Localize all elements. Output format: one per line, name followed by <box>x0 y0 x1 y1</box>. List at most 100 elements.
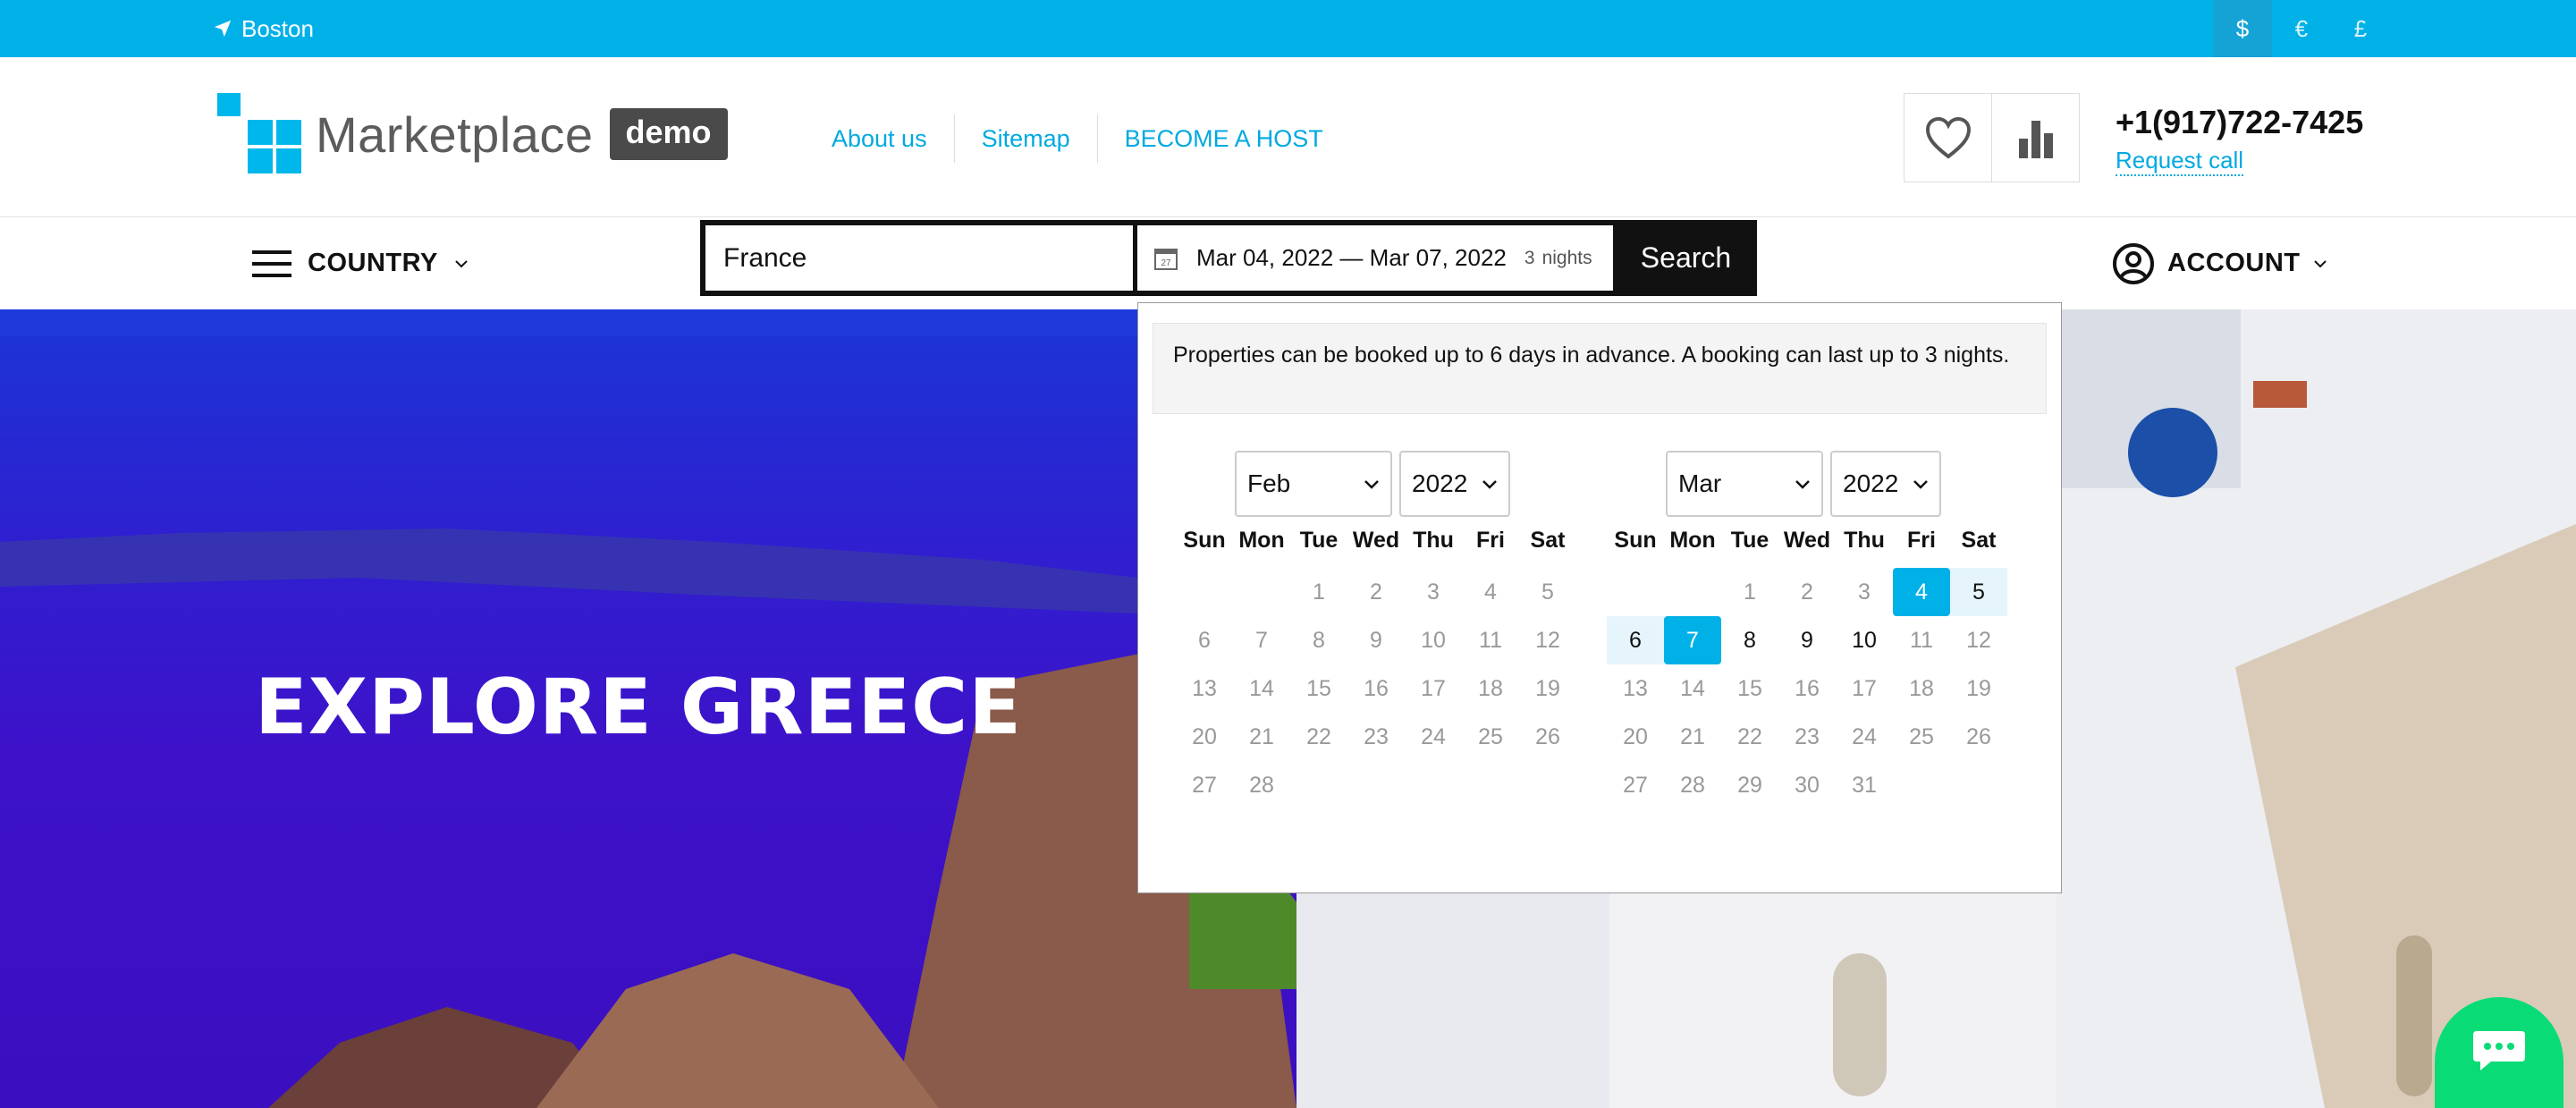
logo-badge: demo <box>609 108 728 160</box>
calendar-day: 31 <box>1852 772 1877 798</box>
site-logo[interactable]: Marketplace demo <box>217 93 728 175</box>
chat-bubble-icon <box>2473 1031 2525 1070</box>
calendar-day: 1 <box>1313 579 1325 605</box>
weekday-label: Tue <box>1730 528 1769 553</box>
destination-input[interactable]: France <box>705 225 1133 291</box>
datepicker-popup: Properties can be booked up to 6 days in… <box>1137 302 2062 893</box>
calendar-day: 2 <box>1801 579 1813 605</box>
chevron-down-icon <box>1913 479 1928 489</box>
weekday-label: Sat <box>1530 528 1566 553</box>
calendar-icon: 27 <box>1154 248 1178 270</box>
calendar-day: 3 <box>1858 579 1871 605</box>
site-header: Marketplace demo About us Sitemap BECOME… <box>0 57 2576 217</box>
phone-number[interactable]: +1(917)722-7425 <box>2116 104 2363 141</box>
calendar-day: 29 <box>1737 772 1762 798</box>
booking-notice: Properties can be booked up to 6 days in… <box>1153 323 2047 414</box>
account-menu[interactable]: ACCOUNT <box>2112 217 2327 309</box>
country-menu[interactable]: COUNTRY <box>252 217 469 309</box>
weekday-header: Sun Mon Tue Wed Thu Fri Sat <box>1607 528 2007 554</box>
compare-button[interactable] <box>1991 93 2080 182</box>
currency-gbp[interactable]: £ <box>2331 0 2390 57</box>
calendar-day: 26 <box>1535 723 1560 749</box>
calendar-day-selected[interactable]: 7 <box>1664 616 1721 664</box>
calendar-day: 11 <box>1910 627 1933 653</box>
month-select-value: Mar <box>1678 469 1722 497</box>
calendar-day: 19 <box>1966 675 1991 701</box>
weekday-label: Fri <box>1907 528 1936 553</box>
search-bar: France 27 Mar 04, 2022 — Mar 07, 2022 3n… <box>700 220 1757 296</box>
calendar-icon-day: 27 <box>1161 258 1171 268</box>
calendar-day: 2 <box>1370 579 1382 605</box>
calendar-day[interactable]: 10 <box>1836 616 1893 664</box>
calendar-day: 20 <box>1623 723 1648 749</box>
calendar-day: 3 <box>1427 579 1440 605</box>
weekday-label: Thu <box>1413 528 1454 553</box>
calendar-day: 22 <box>1737 723 1762 749</box>
calendar-day: 11 <box>1479 627 1502 653</box>
contact-phone: +1(917)722-7425 Request call <box>2116 104 2363 176</box>
nav-become-host[interactable]: BECOME A HOST <box>1096 114 1350 163</box>
month-select-value: Feb <box>1247 469 1291 497</box>
calendar-day[interactable]: 8 <box>1721 616 1778 664</box>
calendar-day: 24 <box>1852 723 1877 749</box>
calendar-day[interactable]: 9 <box>1778 616 1836 664</box>
calendar-day: 8 <box>1313 627 1325 653</box>
currency-usd[interactable]: $ <box>2213 0 2272 57</box>
nav-sitemap[interactable]: Sitemap <box>953 114 1097 163</box>
calendar-day: 4 <box>1484 579 1497 605</box>
calendar-day: 23 <box>1795 723 1820 749</box>
calendar-day: 10 <box>1421 627 1446 653</box>
header-nav: About us Sitemap BECOME A HOST <box>805 114 1350 163</box>
calendar-day: 26 <box>1966 723 1991 749</box>
weekday-header: Sun Mon Tue Wed Thu Fri Sat <box>1176 528 1576 554</box>
currency-eur[interactable]: € <box>2272 0 2331 57</box>
weekday-label: Wed <box>1352 528 1400 553</box>
currency-switcher: $ € £ <box>2213 0 2390 57</box>
chevron-down-icon <box>1482 479 1497 489</box>
weekday-label: Mon <box>1669 528 1716 553</box>
search-button[interactable]: Search <box>1615 220 1757 296</box>
nights-count: 3 nights <box>1524 248 1592 269</box>
date-range-value: Mar 04, 2022 — Mar 07, 2022 <box>1196 244 1507 271</box>
nights-label: nights <box>1541 247 1592 268</box>
year-select[interactable]: 2022 <box>1399 451 1510 517</box>
month-select[interactable]: Feb <box>1235 451 1392 517</box>
month-select[interactable]: Mar <box>1666 451 1823 517</box>
country-label: COUNTRY <box>308 249 438 277</box>
calendar-day: 13 <box>1623 675 1648 701</box>
wishlist-button[interactable] <box>1904 93 1992 182</box>
user-circle-icon <box>2113 242 2154 284</box>
chevron-down-icon <box>455 259 468 267</box>
calendar-day: 17 <box>1421 675 1446 701</box>
calendar-day[interactable]: 5 <box>1950 568 2007 616</box>
date-range-input[interactable]: 27 Mar 04, 2022 — Mar 07, 2022 3 nights <box>1137 225 1613 291</box>
calendar-day: 19 <box>1535 675 1560 701</box>
weekday-label: Tue <box>1299 528 1339 553</box>
calendar-day: 28 <box>1249 772 1274 798</box>
chevron-down-icon <box>1795 479 1810 489</box>
calendar-day: 17 <box>1852 675 1877 701</box>
weekday-label: Wed <box>1783 528 1831 553</box>
calendar-day-selected[interactable]: 4 <box>1893 568 1950 616</box>
calendar-day: 30 <box>1795 772 1820 798</box>
calendar-day: 23 <box>1364 723 1389 749</box>
weekday-label: Thu <box>1844 528 1885 553</box>
location-arrow-icon <box>214 20 232 38</box>
calendar-day: 21 <box>1680 723 1705 749</box>
year-select[interactable]: 2022 <box>1830 451 1941 517</box>
calendar-day: 15 <box>1737 675 1762 701</box>
request-call-link[interactable]: Request call <box>2116 147 2244 176</box>
chevron-down-icon <box>1364 479 1379 489</box>
calendar-day: 15 <box>1306 675 1331 701</box>
calendar-day: 24 <box>1421 723 1446 749</box>
hero-title: EXPLORE GREECE <box>255 663 1023 752</box>
calendar-day[interactable]: 6 <box>1607 616 1664 664</box>
weekday-label: Mon <box>1238 528 1285 553</box>
calendar-day: 14 <box>1680 675 1705 701</box>
calendar-day: 18 <box>1909 675 1934 701</box>
calendar-day: 16 <box>1795 675 1820 701</box>
nav-about-us[interactable]: About us <box>805 114 954 163</box>
calendar-day: 25 <box>1478 723 1503 749</box>
heart-icon <box>1925 116 1971 159</box>
location-selector[interactable]: Boston <box>213 0 314 57</box>
